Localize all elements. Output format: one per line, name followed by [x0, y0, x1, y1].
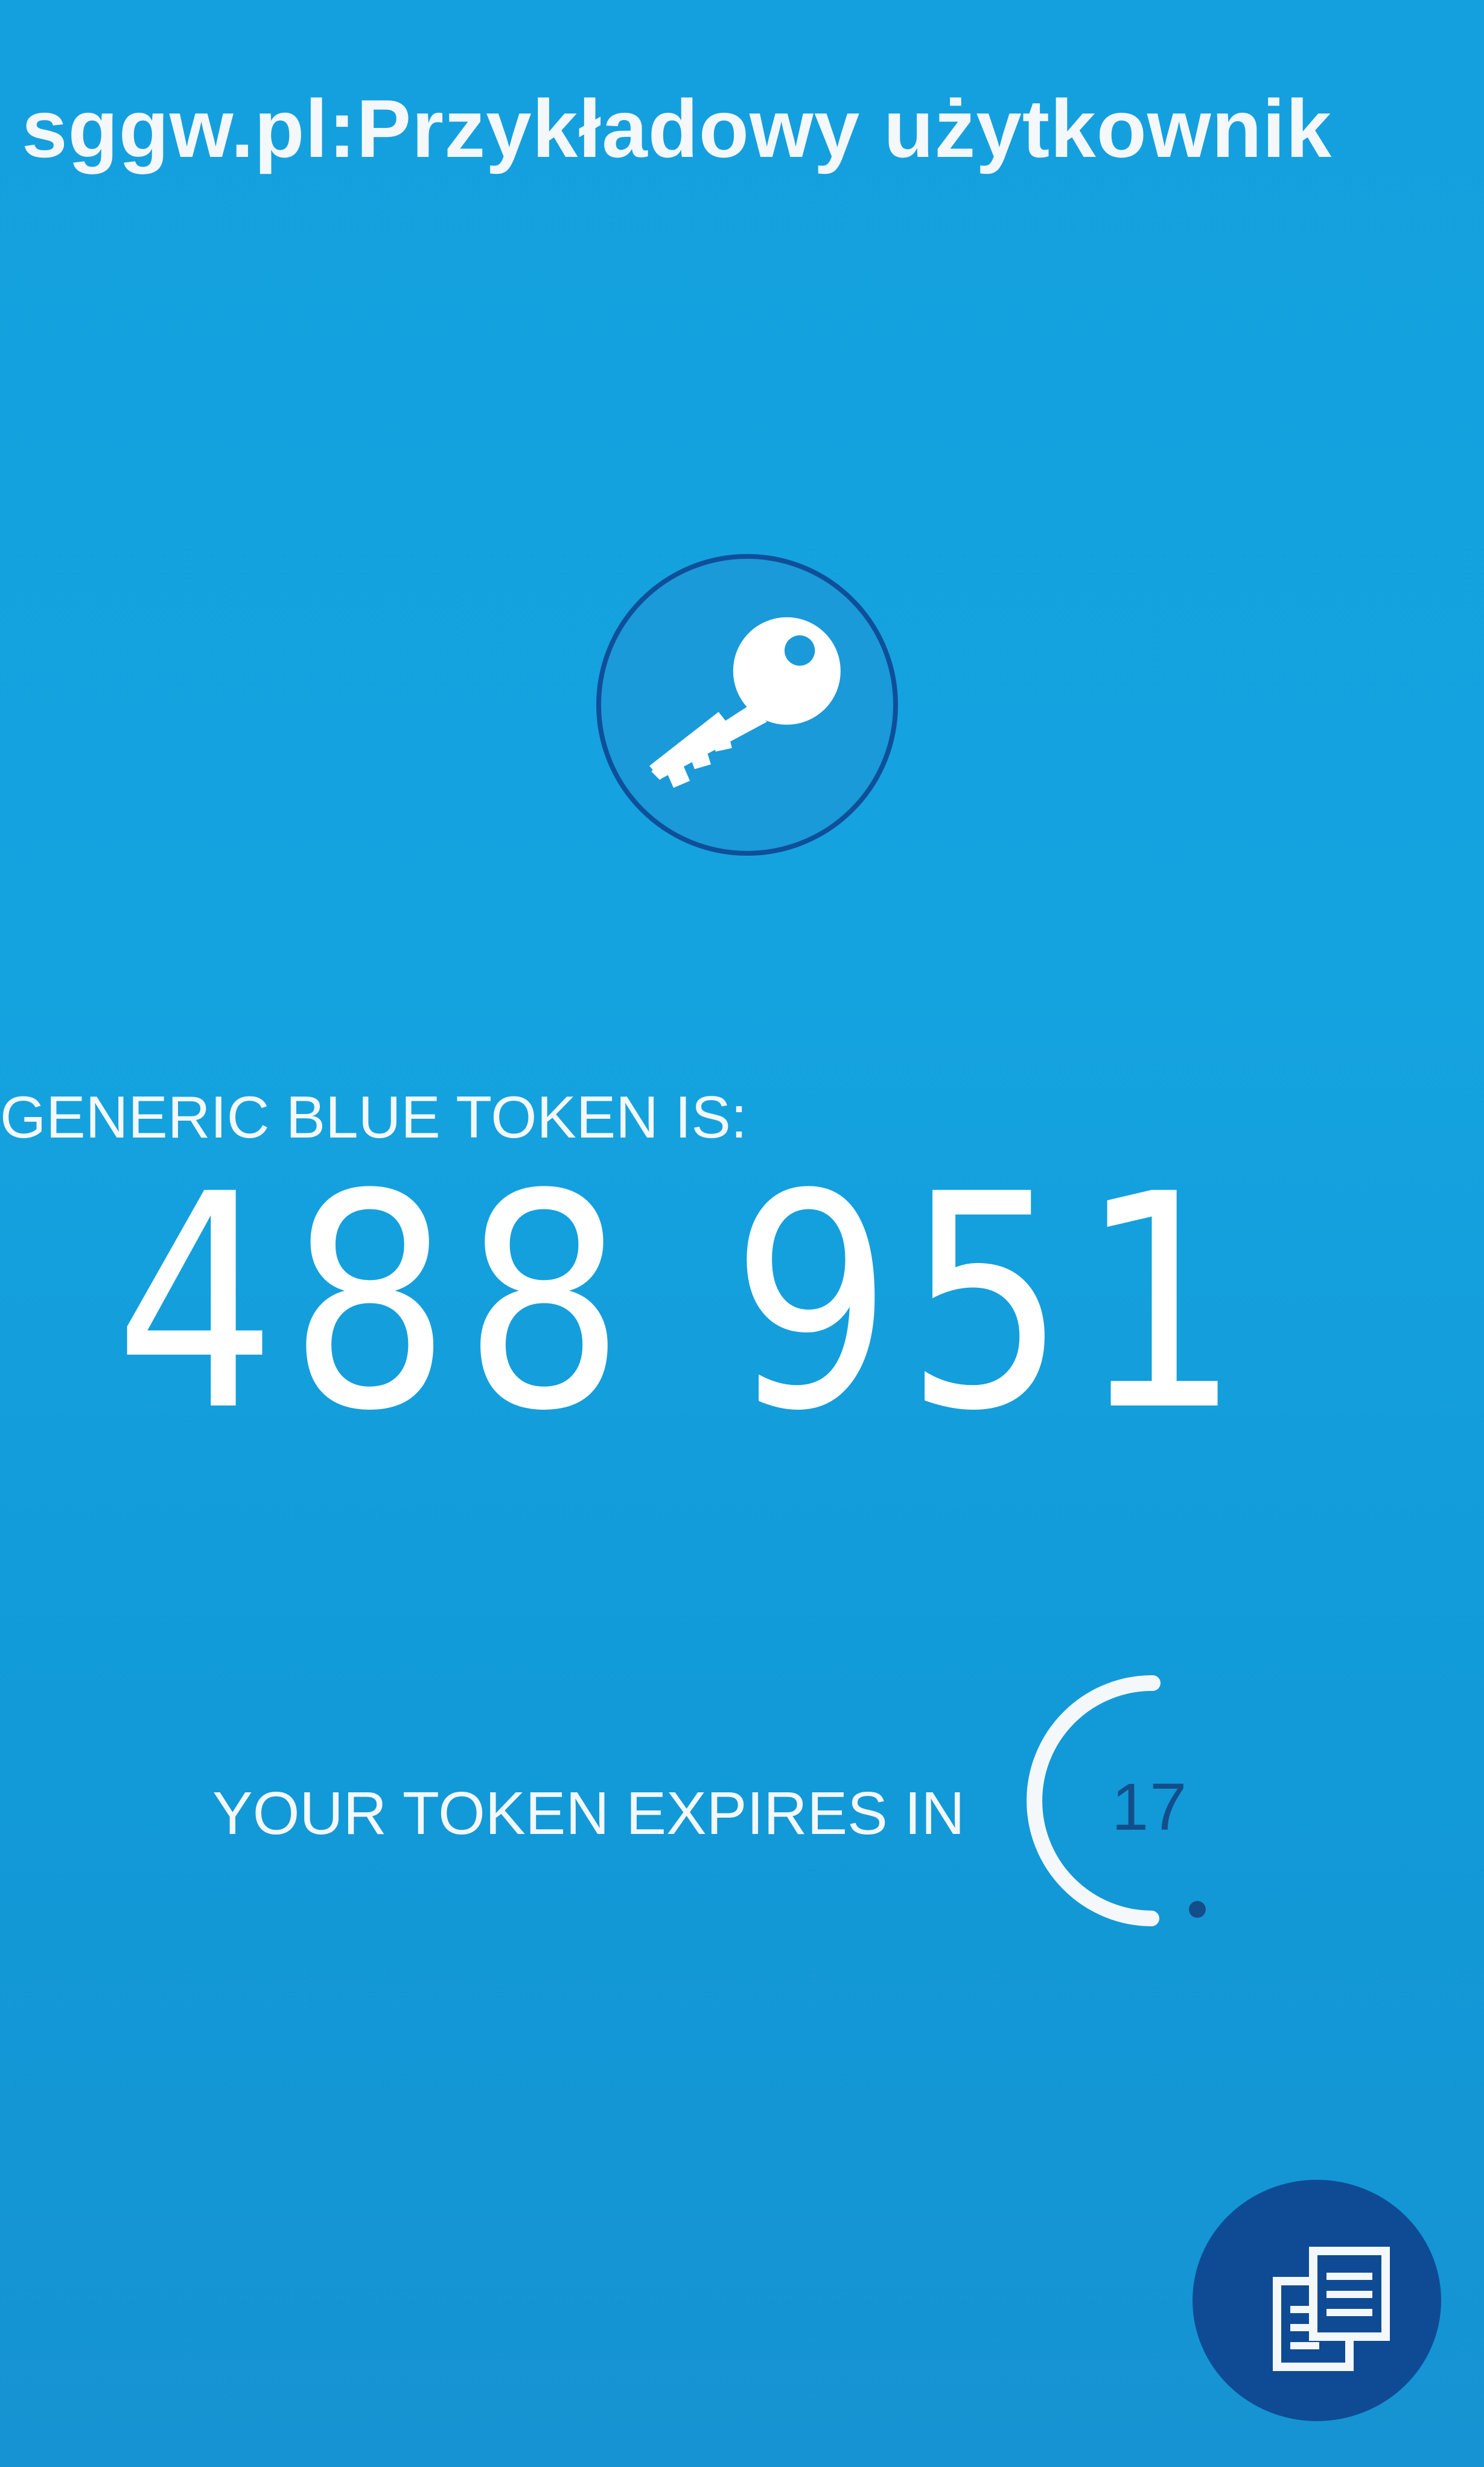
- countdown-seconds: 17: [1112, 1770, 1188, 1844]
- token-code: 488 951: [115, 1131, 1254, 1475]
- account-title: sggw.pl:Przykładowy użytkownik: [22, 83, 1333, 174]
- countdown-timer: 17: [1020, 1675, 1225, 1940]
- key-icon: [649, 617, 841, 788]
- key-badge: [596, 554, 898, 856]
- copy-icon: [1273, 2247, 1390, 2371]
- copy-button[interactable]: [1193, 2180, 1441, 2421]
- expires-label: YOUR TOKEN EXPIRES IN: [212, 1780, 965, 1847]
